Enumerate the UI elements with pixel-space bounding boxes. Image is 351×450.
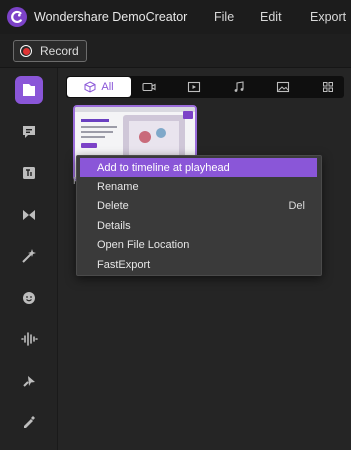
- music-note-icon: [234, 81, 244, 92]
- pen-annotation-icon: [24, 416, 35, 428]
- cursor-effect-icon: [23, 376, 35, 387]
- sidebar-item-audio[interactable]: [15, 325, 43, 353]
- app-title: Wondershare DemoCreator: [34, 10, 188, 24]
- transition-icon: [23, 210, 35, 220]
- effects-wand-icon: [22, 249, 36, 263]
- menu-item-rename[interactable]: Rename: [80, 177, 317, 196]
- title-bar: Wondershare DemoCreator File Edit Export: [0, 0, 351, 34]
- sidebar-item-captions[interactable]: [15, 118, 43, 146]
- filter-image-tab[interactable]: [270, 78, 296, 96]
- menu-item-label: Open File Location: [97, 239, 190, 252]
- toolbar: Record: [0, 34, 351, 68]
- sidebar-item-transitions[interactable]: [15, 201, 43, 229]
- sidebar-item-text[interactable]: [15, 159, 43, 187]
- menu-item-add-to-timeline[interactable]: Add to timeline at playhead: [80, 158, 317, 178]
- menu-file[interactable]: File: [214, 10, 234, 24]
- menu-edit[interactable]: Edit: [260, 10, 282, 24]
- menu-item-label: Rename: [97, 181, 139, 194]
- sidebar-item-cursor[interactable]: [15, 367, 43, 395]
- sticker-icon: [23, 292, 35, 304]
- cube-icon: [84, 81, 96, 93]
- menu-item-details[interactable]: Details: [80, 216, 317, 235]
- context-menu: Add to timeline at playhead Rename Delet…: [76, 155, 322, 276]
- menu-item-label: Add to timeline at playhead: [97, 161, 230, 174]
- sidebar-item-effects[interactable]: [15, 242, 43, 270]
- record-label: Record: [40, 44, 79, 58]
- menu-export[interactable]: Export: [310, 10, 346, 24]
- menu-item-label: Details: [97, 219, 131, 232]
- filter-video-tab[interactable]: [136, 78, 162, 96]
- menu-item-label: FastExport: [97, 258, 151, 271]
- menu-item-fastexport[interactable]: FastExport: [80, 255, 317, 274]
- media-folder-icon: [23, 84, 35, 96]
- play-box-icon: [187, 81, 201, 93]
- media-filter-bar: All: [66, 76, 344, 98]
- video-icon: [142, 82, 156, 92]
- sidebar: [0, 68, 58, 450]
- filter-audio-tab[interactable]: [226, 78, 252, 96]
- app-logo-icon: [7, 7, 27, 27]
- sidebar-item-annotation[interactable]: [15, 408, 43, 436]
- filter-more-tab[interactable]: [315, 78, 341, 96]
- audio-wave-icon: [21, 332, 38, 346]
- menu-item-label: Delete: [97, 200, 129, 213]
- menu-item-delete[interactable]: Delete Del: [80, 197, 317, 216]
- menu-item-open-file-location[interactable]: Open File Location: [80, 236, 317, 255]
- caption-icon: [23, 126, 35, 138]
- sidebar-item-media[interactable]: [15, 76, 43, 104]
- text-title-icon: [23, 167, 35, 179]
- sidebar-item-stickers[interactable]: [15, 284, 43, 312]
- filter-all-tab[interactable]: All: [67, 77, 131, 97]
- delete-shortcut: Del: [288, 200, 305, 213]
- filter-clips-tab[interactable]: [181, 78, 207, 96]
- record-icon: [20, 45, 32, 57]
- image-icon: [276, 81, 290, 93]
- record-button[interactable]: Record: [13, 40, 87, 62]
- grid-icon: [323, 82, 333, 92]
- filter-all-label: All: [101, 81, 114, 93]
